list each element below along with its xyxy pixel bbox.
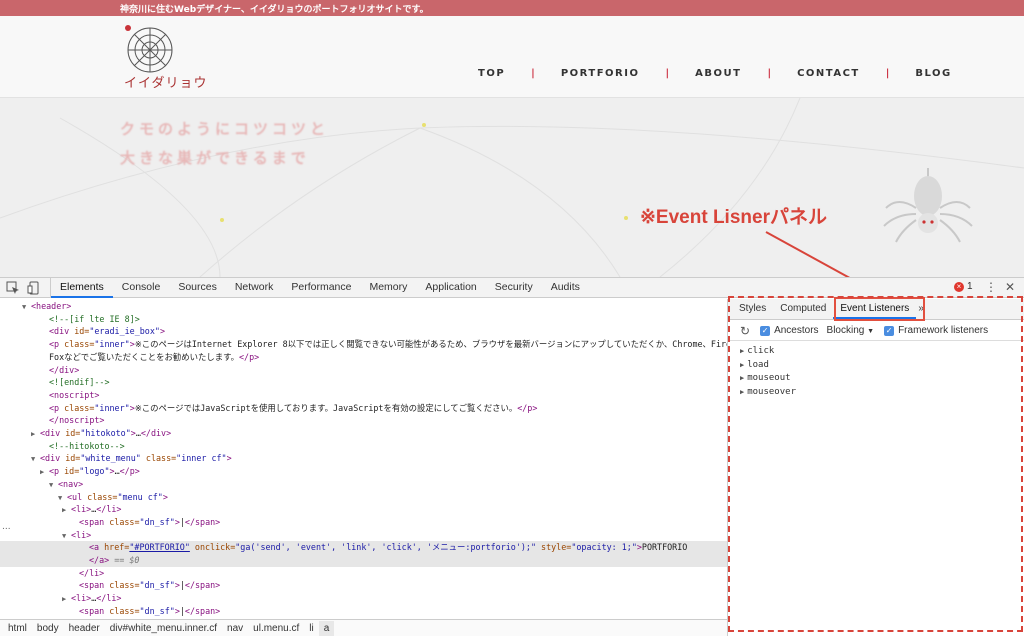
tab-sources[interactable]: Sources <box>169 278 226 298</box>
dom-line-text: <li> <box>71 529 92 540</box>
tab-performance[interactable]: Performance <box>282 278 360 298</box>
nav-separator: | <box>665 68 670 79</box>
dom-line-text: <![endif]--> <box>49 377 110 388</box>
tab-elements[interactable]: Elements <box>51 278 113 298</box>
dom-line-text: </div> <box>49 364 80 375</box>
nav-separator: | <box>767 68 772 79</box>
dom-tree[interactable]: ▼ <header> <!--[if lte IE 8]> <div id="erad… <box>0 299 727 617</box>
tab-network[interactable]: Network <box>226 278 283 298</box>
dom-line-text: <div id="white_menu" class="inner cf"> <box>40 453 232 464</box>
dom-line-text: <!--hitokoto--> <box>49 440 125 451</box>
breadcrumb: html body header div#white_menu.inner.cf… <box>0 619 727 636</box>
dom-line[interactable]: ▶ <li>…</li> <box>0 503 727 516</box>
tab-console[interactable]: Console <box>113 278 170 298</box>
dom-line[interactable]: <span class="dn_sf">|</span> <box>0 579 727 592</box>
device-toolbar-icon[interactable] <box>27 281 41 295</box>
dom-line-text: </li> <box>79 567 105 578</box>
site-nav-portforio[interactable]: PORTFORIO <box>561 68 640 79</box>
annotation-label: ※Event Lisnerパネル <box>640 207 827 228</box>
hero-tagline-line2: 大きな巣ができるまで <box>120 149 310 167</box>
dom-line[interactable]: <p class="inner">※このページではJavaScriptを使用して… <box>0 402 727 415</box>
dom-line[interactable]: ▶ <div id="hitokoto">…</div> <box>0 427 727 440</box>
selected-dom-line[interactable]: <a href="#PORTFORIO" onclick="ga('send',… <box>0 541 727 554</box>
breadcrumb-ul-menu[interactable]: ul.menu.cf <box>248 621 304 636</box>
tab-audits[interactable]: Audits <box>542 278 589 298</box>
dom-line-text: <div id="eradi_ie_box"> <box>49 326 165 337</box>
selected-node-dots[interactable]: ... <box>2 522 11 532</box>
nav-separator: | <box>531 68 535 79</box>
tab-application[interactable]: Application <box>416 278 485 298</box>
dom-line[interactable]: <!--hitokoto--> <box>0 440 727 453</box>
topbar-text: 神奈川に住むWebデザイナー、イイダリョウのポートフォリオサイトです。 <box>120 5 429 15</box>
dom-line[interactable]: <div id="eradi_ie_box"> <box>0 325 727 338</box>
more-menu-icon[interactable]: ⋮ <box>985 280 997 294</box>
error-icon: × <box>954 281 964 292</box>
breadcrumb-a[interactable]: a <box>318 620 335 636</box>
dom-line[interactable]: <p class="inner">※このページはInternet Explore… <box>0 338 727 351</box>
dom-line-text: </a> == $0 <box>89 555 140 565</box>
dom-line-text: <nav> <box>58 478 84 489</box>
tab-security[interactable]: Security <box>486 278 542 298</box>
nav-separator: | <box>885 68 890 79</box>
dom-line[interactable]: </noscript> <box>0 414 727 427</box>
breadcrumb-header[interactable]: header <box>64 621 105 636</box>
tab-memory[interactable]: Memory <box>360 278 416 298</box>
spider-illustration-icon <box>883 168 973 243</box>
dom-line[interactable]: </li> <box>0 567 727 580</box>
site-header: イイダリョウ TOP | PORTFORIO | ABOUT | CONTACT… <box>0 16 1024 98</box>
dom-line[interactable]: ▶ <li>…</li> <box>0 592 727 605</box>
site-nav-about[interactable]: ABOUT <box>695 68 741 79</box>
error-count: 1 <box>967 281 973 292</box>
breadcrumb-nav[interactable]: nav <box>222 621 248 636</box>
hero-tagline-line1: クモのようにコツコツと <box>120 120 330 138</box>
dom-line-text: <p id="logo">…</p> <box>49 466 140 477</box>
dom-line-text: <li>…</li> <box>71 504 122 515</box>
dom-line-text: <noscript> <box>49 389 100 400</box>
dom-line-text: <a href="#PORTFORIO" onclick="ga('send',… <box>89 542 688 553</box>
close-icon[interactable]: ✕ <box>1005 280 1015 294</box>
dom-line[interactable]: ▼ <header> <box>0 300 727 313</box>
dom-line[interactable]: <noscript> <box>0 389 727 402</box>
dom-line[interactable]: ▶ <p id="logo">…</p> <box>0 465 727 478</box>
inspect-element-icon[interactable] <box>6 281 20 295</box>
dom-line-text: <ul class="menu cf"> <box>67 491 168 502</box>
dom-line[interactable]: <!--[if lte IE 8]> <box>0 313 727 326</box>
breadcrumb-body[interactable]: body <box>32 621 64 636</box>
error-count-badge[interactable]: × 1 <box>954 281 973 292</box>
event-listeners-panel-highlight <box>728 296 1023 632</box>
site-nav-top[interactable]: TOP <box>478 68 505 79</box>
dom-line[interactable]: ▼ <nav> <box>0 478 727 491</box>
dom-line-text: <span class="dn_sf">|</span> <box>79 605 221 616</box>
dom-line[interactable]: <![endif]--> <box>0 376 727 389</box>
dom-line-text: </noscript> <box>49 415 105 426</box>
dom-line-text: <p class="inner">※このページはInternet Explore… <box>49 339 727 350</box>
breadcrumb-html[interactable]: html <box>3 621 32 636</box>
dom-line[interactable]: Foxなどでご覧いただくことをお勧めいたします。</p> <box>0 351 727 364</box>
site-nav-blog[interactable]: BLOG <box>915 68 951 79</box>
dom-line-text: Foxなどでご覧いただくことをお勧めいたします。</p> <box>49 351 260 362</box>
dom-line[interactable]: ▼ <ul class="menu cf"> <box>0 491 727 504</box>
dom-line-text: <p class="inner">※このページではJavaScriptを使用して… <box>49 402 538 413</box>
dom-line[interactable]: </div> <box>0 364 727 377</box>
dom-line[interactable]: <span class="dn_sf">|</span> <box>0 605 727 617</box>
dom-line[interactable]: ▼ <li> <box>0 529 727 542</box>
site-nav-contact[interactable]: CONTACT <box>797 68 860 79</box>
dom-line-text: <li>…</li> <box>71 593 122 604</box>
dom-line[interactable]: <span class="dn_sf">|</span> <box>0 516 727 529</box>
breadcrumb-li[interactable]: li <box>304 621 318 636</box>
dom-line-text: <div id="hitokoto">…</div> <box>40 428 172 438</box>
dom-line-text: <span class="dn_sf">|</span> <box>79 580 221 591</box>
site-nav: TOP | PORTFORIO | ABOUT | CONTACT | BLOG <box>478 68 952 79</box>
selected-dom-line[interactable]: </a> == $0 <box>0 554 727 567</box>
breadcrumb-div-white-menu[interactable]: div#white_menu.inner.cf <box>105 621 222 636</box>
site-topbar: 神奈川に住むWebデザイナー、イイダリョウのポートフォリオサイトです。 <box>0 0 1024 16</box>
devtools-toolbar: Elements Console Sources Network Perform… <box>0 278 1024 298</box>
dom-line[interactable]: ▼ <div id="white_menu" class="inner cf"> <box>0 452 727 465</box>
dom-line-text: <header> <box>31 301 72 311</box>
devtools-tabs: Elements Console Sources Network Perform… <box>50 278 589 298</box>
logo-text: イイダリョウ <box>124 76 208 91</box>
dom-line-text: <span class="dn_sf">|</span> <box>79 516 221 527</box>
dom-line-text: <!--[if lte IE 8]> <box>49 313 140 324</box>
